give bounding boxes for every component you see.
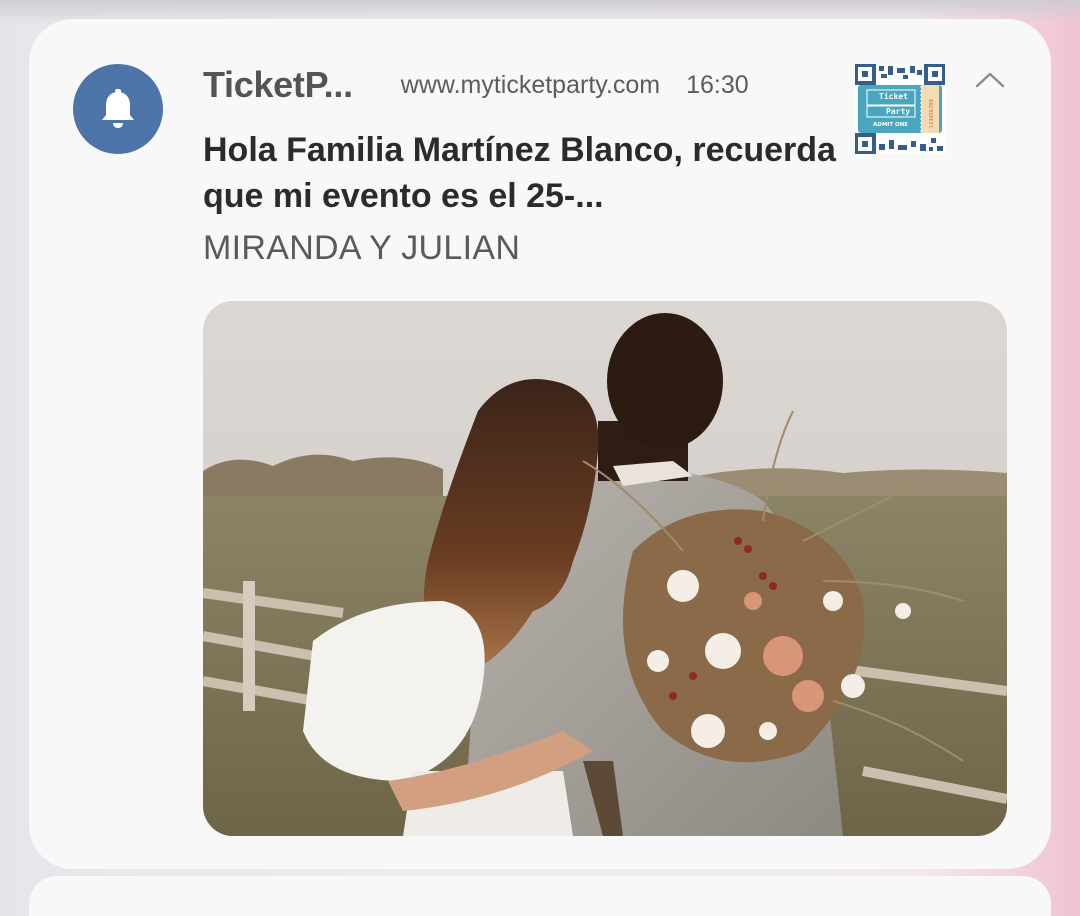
thumbnail-serial: 123456789	[929, 99, 935, 128]
bell-icon	[102, 89, 134, 128]
app-icon	[73, 64, 163, 154]
timestamp: 16:30	[686, 70, 749, 99]
notification-image[interactable]	[203, 301, 1007, 836]
thumbnail-text-line1: Ticket	[879, 91, 908, 101]
next-notification-card[interactable]	[29, 876, 1051, 916]
app-name: TicketP...	[203, 64, 353, 105]
thumbnail-admit: ADMIT ONE	[873, 122, 908, 128]
wedding-photo	[203, 301, 1007, 836]
notification-card[interactable]: TicketP... www.myticketparty.com 16:30 T…	[29, 19, 1051, 869]
notification-title: Hola Familia Martínez Blanco, recuerda q…	[203, 131, 836, 215]
chevron-up-icon	[975, 72, 1005, 88]
thumbnail-text-line2: Party	[886, 107, 910, 116]
ticket-thumbnail: Ticket Party ADMIT ONE 123456789	[854, 63, 946, 155]
notification-header: TicketP... www.myticketparty.com 16:30	[203, 59, 749, 111]
source-url: www.myticketparty.com	[400, 70, 661, 99]
expand-toggle[interactable]	[971, 65, 1009, 95]
notification-subtitle: MIRANDA Y JULIAN	[203, 229, 521, 267]
